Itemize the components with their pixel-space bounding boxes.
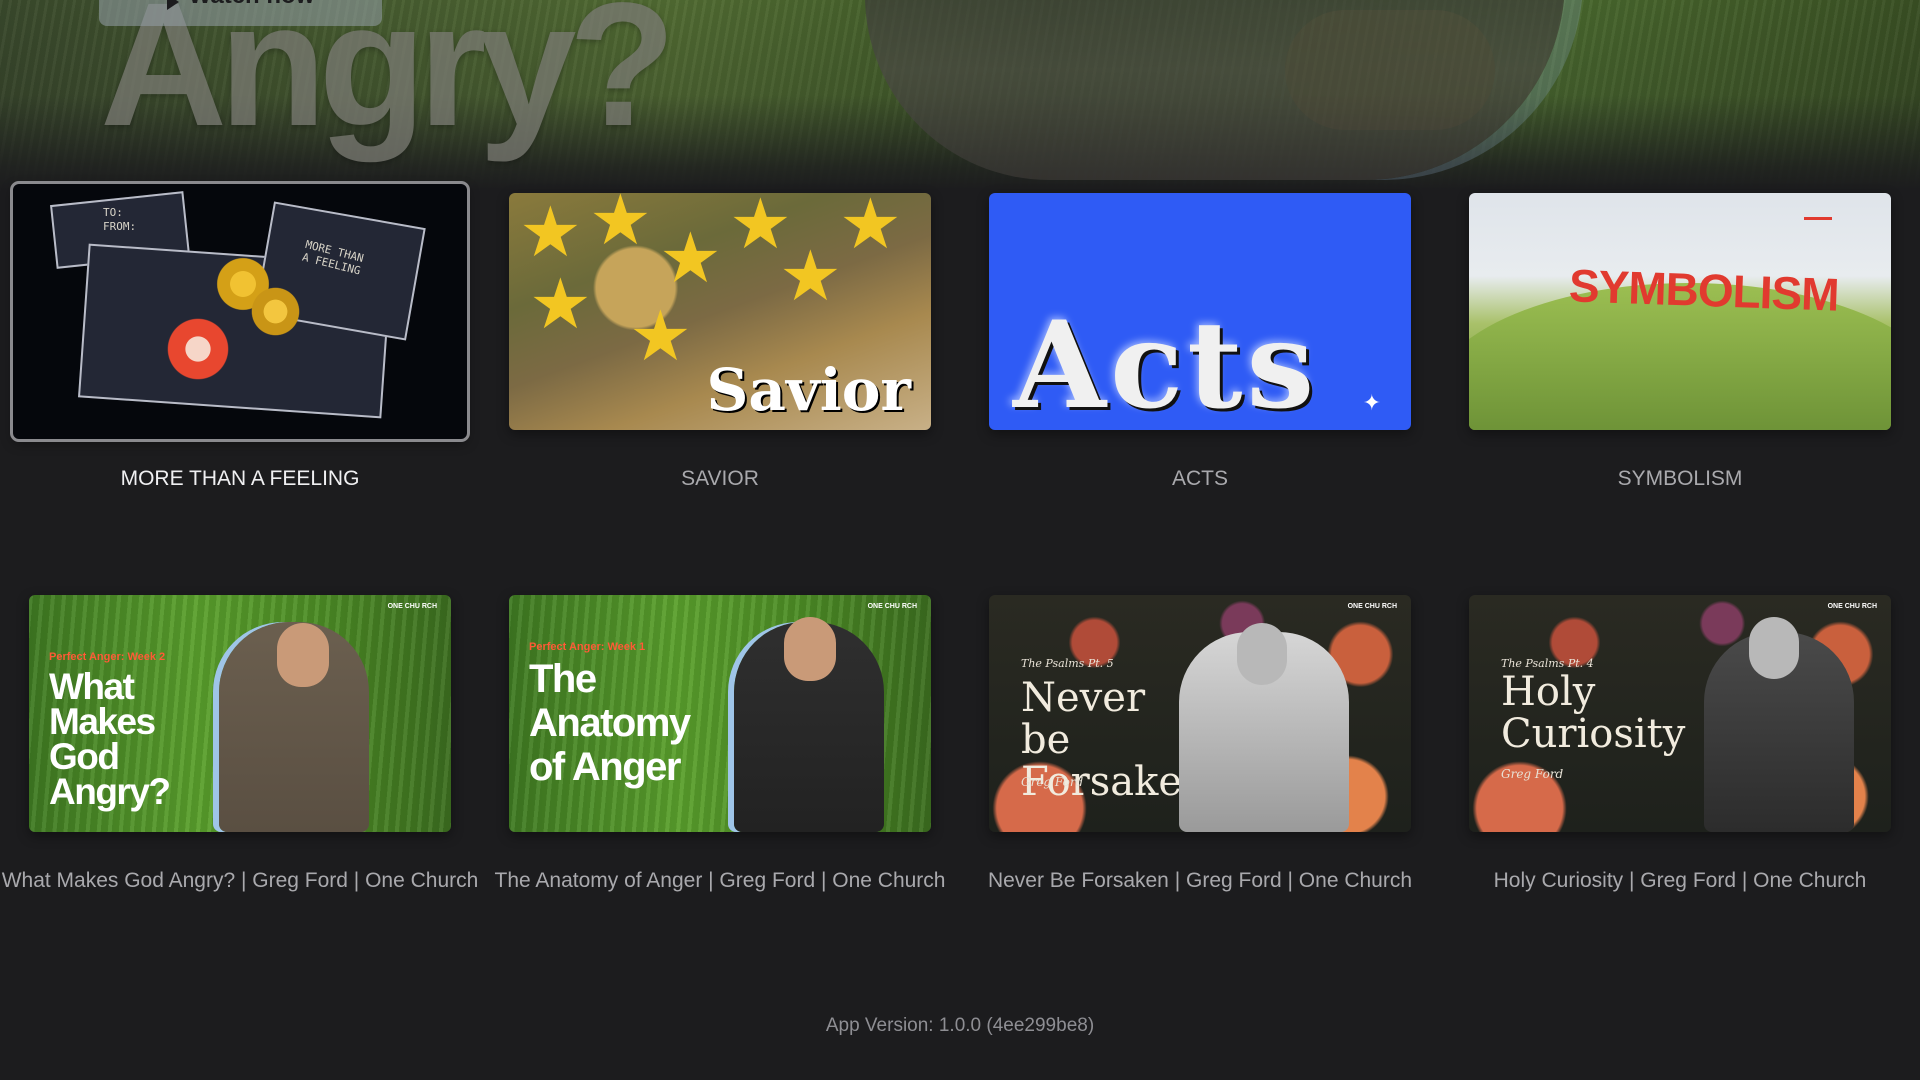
tag-from: FROM: <box>103 220 137 233</box>
church-logo: ONE CHU RCH <box>387 603 437 610</box>
hero-banner: Angry? Watch now <box>0 0 1920 190</box>
sermon-thumbnail: The Psalms Pt. 5 Never be Forsaken Greg … <box>989 595 1411 832</box>
sermon-title: The Anatomy of Anger | Greg Ford | One C… <box>494 869 946 892</box>
thumbnail-series-label: The Psalms Pt. 5 <box>1021 657 1114 670</box>
tv-app-screen: Angry? Watch now TO: FROM: MORE THAN A F… <box>0 0 1920 1080</box>
app-version: App Version: 1.0.0 (4ee299be8) <box>825 1015 1095 1036</box>
thumbnail-wordmark: SYMBOLISM <box>1568 259 1840 321</box>
hero-speaker-image <box>865 0 1565 180</box>
sermon-thumbnail: Perfect Anger: Week 1 The Anatomy of Ang… <box>509 595 931 832</box>
tag-to: TO: <box>103 206 123 219</box>
series-thumbnail: SYMBOLISM <box>1469 193 1891 430</box>
thumbnail-speaker: Greg Ford <box>1501 767 1564 781</box>
star-icon: ★ <box>589 193 652 259</box>
series-thumbnail: ★ ★ ★ ★ ★ ★ ★ ★ Savior <box>509 193 931 430</box>
thumbnail-title: What Makes God Angry? <box>49 666 171 812</box>
sermon-thumbnail: Perfect Anger: Week 2 What Makes God Ang… <box>29 595 451 832</box>
church-logo: ONE CHU RCH <box>1347 603 1397 610</box>
sparkle-icon: ✦ <box>1362 390 1381 415</box>
thumbnail-series-label: Perfect Anger: Week 2 <box>49 651 166 663</box>
star-icon: ★ <box>839 193 902 263</box>
sermon-thumbnail: The Psalms Pt. 4 Holy Curiosity Greg For… <box>1469 595 1891 832</box>
series-title: SAVIOR <box>681 467 759 490</box>
series-title: SYMBOLISM <box>1617 467 1743 490</box>
church-logo: ONE CHU RCH <box>867 603 917 610</box>
play-icon <box>166 0 179 10</box>
sermon-title: What Makes God Angry? | Greg Ford | One … <box>1 869 479 892</box>
star-icon: ★ <box>529 265 592 343</box>
watch-now-button[interactable]: Watch now <box>99 0 382 26</box>
series-thumbnail: Acts ✦ <box>989 193 1411 430</box>
star-icon: ★ <box>629 297 692 375</box>
sermon-title: Never Be Forsaken | Greg Ford | One Chur… <box>987 869 1413 892</box>
thumbnail-wordmark: Savior <box>706 356 911 424</box>
star-icon: ★ <box>779 237 842 315</box>
series-title: ACTS <box>1171 467 1228 490</box>
thumbnail-series-label: Perfect Anger: Week 1 <box>529 641 646 653</box>
series-title: MORE THAN A FEELING <box>120 467 360 490</box>
thumbnail-wordmark: Acts <box>1013 295 1319 430</box>
church-logo: ONE CHU RCH <box>1827 603 1877 610</box>
star-icon: ★ <box>659 219 722 297</box>
thumbnail-speaker: Greg Ford <box>1021 775 1084 789</box>
star-icon: ★ <box>519 193 582 271</box>
series-thumbnail: TO: FROM: MORE THAN A FEELING <box>10 181 470 442</box>
sermon-title: Holy Curiosity | Greg Ford | One Church <box>1493 869 1867 892</box>
thumbnail-title: Holy Curiosity <box>1501 669 1686 757</box>
watch-now-label: Watch now <box>189 0 315 10</box>
thumbnail-title: The Anatomy of Anger <box>529 657 691 789</box>
